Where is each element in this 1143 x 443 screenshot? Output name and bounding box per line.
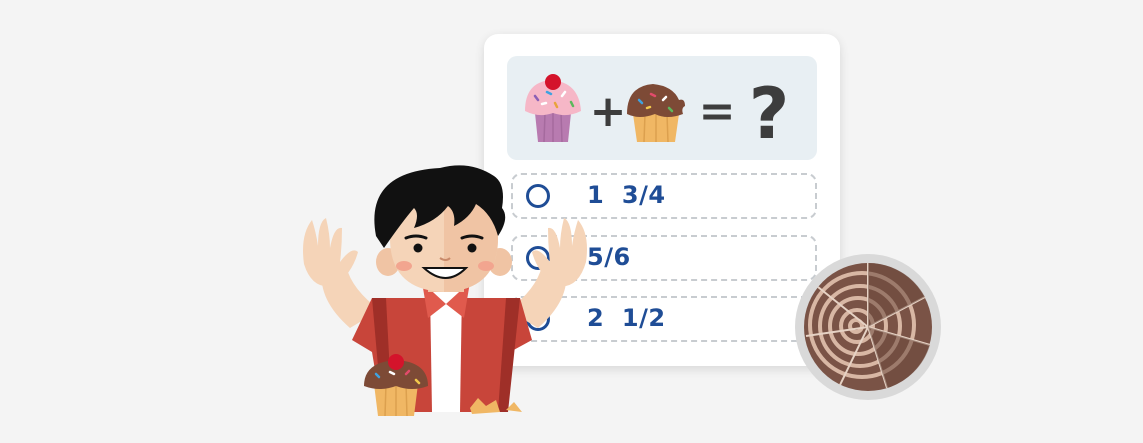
wood-slice-pie-icon bbox=[795, 254, 941, 400]
boy-raising-hands-icon bbox=[303, 165, 587, 412]
